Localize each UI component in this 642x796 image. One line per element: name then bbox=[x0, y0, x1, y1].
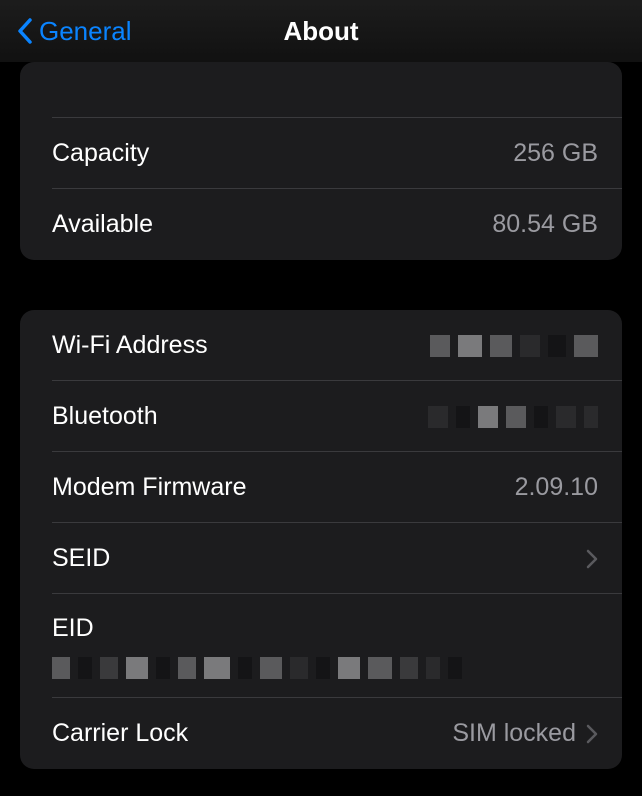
redacted-wifi-value bbox=[430, 335, 598, 357]
row-value: 256 GB bbox=[513, 139, 598, 168]
section-storage: Applications Capacity 256 GB Available 8… bbox=[20, 62, 622, 260]
redacted-bluetooth-value bbox=[428, 406, 598, 428]
row-value: SIM locked bbox=[452, 719, 576, 748]
page-title: About bbox=[283, 16, 358, 47]
row-capacity: Capacity 256 GB bbox=[20, 118, 622, 189]
row-eid: EID bbox=[20, 594, 622, 698]
row-label: Capacity bbox=[52, 139, 149, 168]
row-wifi-address: Wi-Fi Address bbox=[20, 310, 622, 381]
row-available: Available 80.54 GB bbox=[20, 189, 622, 260]
section-network: Wi-Fi Address Bluetooth bbox=[20, 310, 622, 769]
row-value: 2.09.10 bbox=[515, 473, 598, 502]
row-bluetooth: Bluetooth bbox=[20, 381, 622, 452]
back-button[interactable]: General bbox=[16, 16, 132, 47]
row-label: Modem Firmware bbox=[52, 473, 246, 502]
row-label: SEID bbox=[52, 544, 110, 573]
row-label: Carrier Lock bbox=[52, 719, 188, 748]
row-applications: Applications bbox=[20, 62, 622, 118]
row-label: Bluetooth bbox=[52, 402, 158, 431]
row-label: Wi-Fi Address bbox=[52, 331, 208, 360]
row-label: Available bbox=[52, 210, 153, 239]
row-carrier-lock[interactable]: Carrier Lock SIM locked bbox=[20, 698, 622, 769]
back-label: General bbox=[39, 16, 132, 47]
redacted-eid-value bbox=[52, 657, 462, 679]
chevron-right-icon bbox=[586, 724, 598, 744]
row-value: 80.54 GB bbox=[492, 210, 598, 239]
row-seid[interactable]: SEID bbox=[20, 523, 622, 594]
row-label: EID bbox=[52, 614, 94, 643]
chevron-left-icon bbox=[16, 17, 33, 45]
nav-bar: General About bbox=[0, 0, 642, 62]
chevron-right-icon bbox=[586, 549, 598, 569]
row-modem-firmware: Modem Firmware 2.09.10 bbox=[20, 452, 622, 523]
